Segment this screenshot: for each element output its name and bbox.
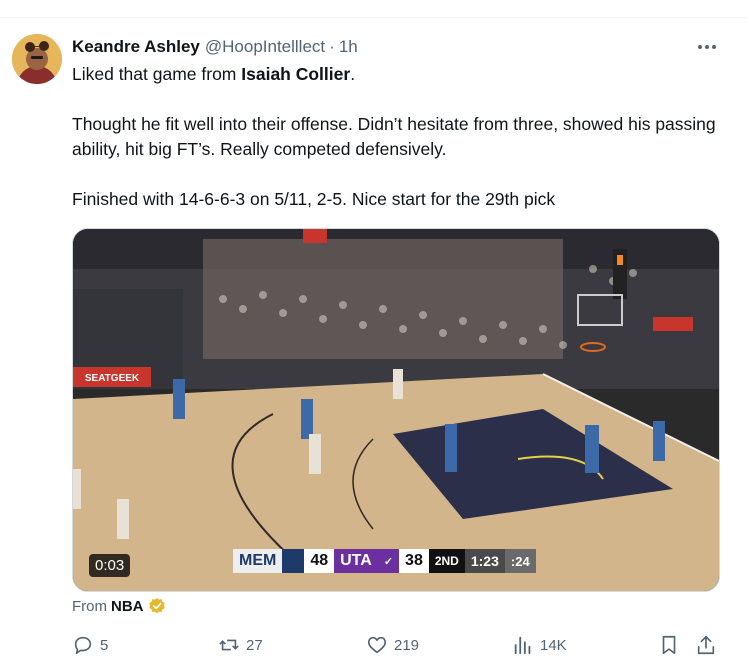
team1-score: 48 xyxy=(304,549,335,573)
like-count: 219 xyxy=(394,636,420,654)
heart-icon xyxy=(367,636,387,654)
separator-dot: · xyxy=(329,37,335,56)
team1-label: MEM xyxy=(233,549,283,573)
share-icon xyxy=(697,635,715,655)
repost-button[interactable]: 27 xyxy=(218,632,263,658)
like-button[interactable]: 219 xyxy=(366,632,419,658)
more-dots-icon[interactable] xyxy=(696,36,718,58)
quarter: 2ND xyxy=(428,549,465,573)
video-timer: 0:03 xyxy=(89,554,131,577)
author-handle[interactable]: @HoopIntelllect xyxy=(205,37,325,57)
shot-clock: :24 xyxy=(504,549,536,573)
reply-button[interactable]: 5 xyxy=(72,632,108,658)
top-divider xyxy=(0,17,748,18)
tweet-line-1-prefix: Liked that game from xyxy=(72,64,242,84)
mentioned-player: Isaiah Collier xyxy=(241,64,351,84)
team1-logo xyxy=(282,549,305,573)
source-name[interactable]: NBA xyxy=(111,598,144,615)
tweet-header: Keandre Ashley @HoopIntelllect · 1h xyxy=(72,36,358,58)
game-clock: 1:23 xyxy=(464,549,505,573)
bookmark-icon xyxy=(662,635,676,655)
team2-label: UTA xyxy=(334,549,378,573)
video-frame: SEATGEEK xyxy=(73,229,719,591)
reply-icon xyxy=(74,636,92,655)
repost-icon xyxy=(219,639,239,651)
source-prefix: From xyxy=(72,597,107,615)
team2-logo: ✓ xyxy=(377,549,400,573)
author-avatar[interactable] xyxy=(12,34,62,84)
tweet-paragraph-2: Thought he fit well into their offense. … xyxy=(72,114,716,159)
verified-badge-icon xyxy=(148,597,165,614)
bookmark-button[interactable] xyxy=(658,632,680,658)
video-source: From NBA xyxy=(72,597,166,615)
views-bar-chart-icon xyxy=(514,636,531,655)
author-name[interactable]: Keandre Ashley xyxy=(72,37,200,57)
repost-count: 27 xyxy=(246,636,263,654)
video-player[interactable]: SEATGEEK 0:03 MEM 48 UTA ✓ 38 2ND 1:23:… xyxy=(72,228,720,592)
share-button[interactable] xyxy=(695,632,717,658)
tweet-line-1-suffix: . xyxy=(350,64,356,84)
tweet-line-1: Liked that game from Isaiah Collier. xyxy=(72,62,732,87)
reply-count: 5 xyxy=(100,636,109,654)
ad-board-seatgeek: SEATGEEK xyxy=(85,373,140,384)
views-count: 14K xyxy=(540,636,567,654)
team2-score: 38 xyxy=(399,549,429,573)
views-button[interactable]: 14K xyxy=(512,632,567,658)
tweet-text: Liked that game from Isaiah Collier. Tho… xyxy=(72,62,732,212)
tweet-time[interactable]: 1h xyxy=(339,37,358,57)
score-bug: MEM 48 UTA ✓ 38 2ND 1:23 :24 xyxy=(233,549,536,573)
tweet-paragraph-3: Finished with 14-6-6-3 on 5/11, 2-5. Nic… xyxy=(72,189,556,209)
action-bar: 5 27 219 14K xyxy=(72,632,722,658)
